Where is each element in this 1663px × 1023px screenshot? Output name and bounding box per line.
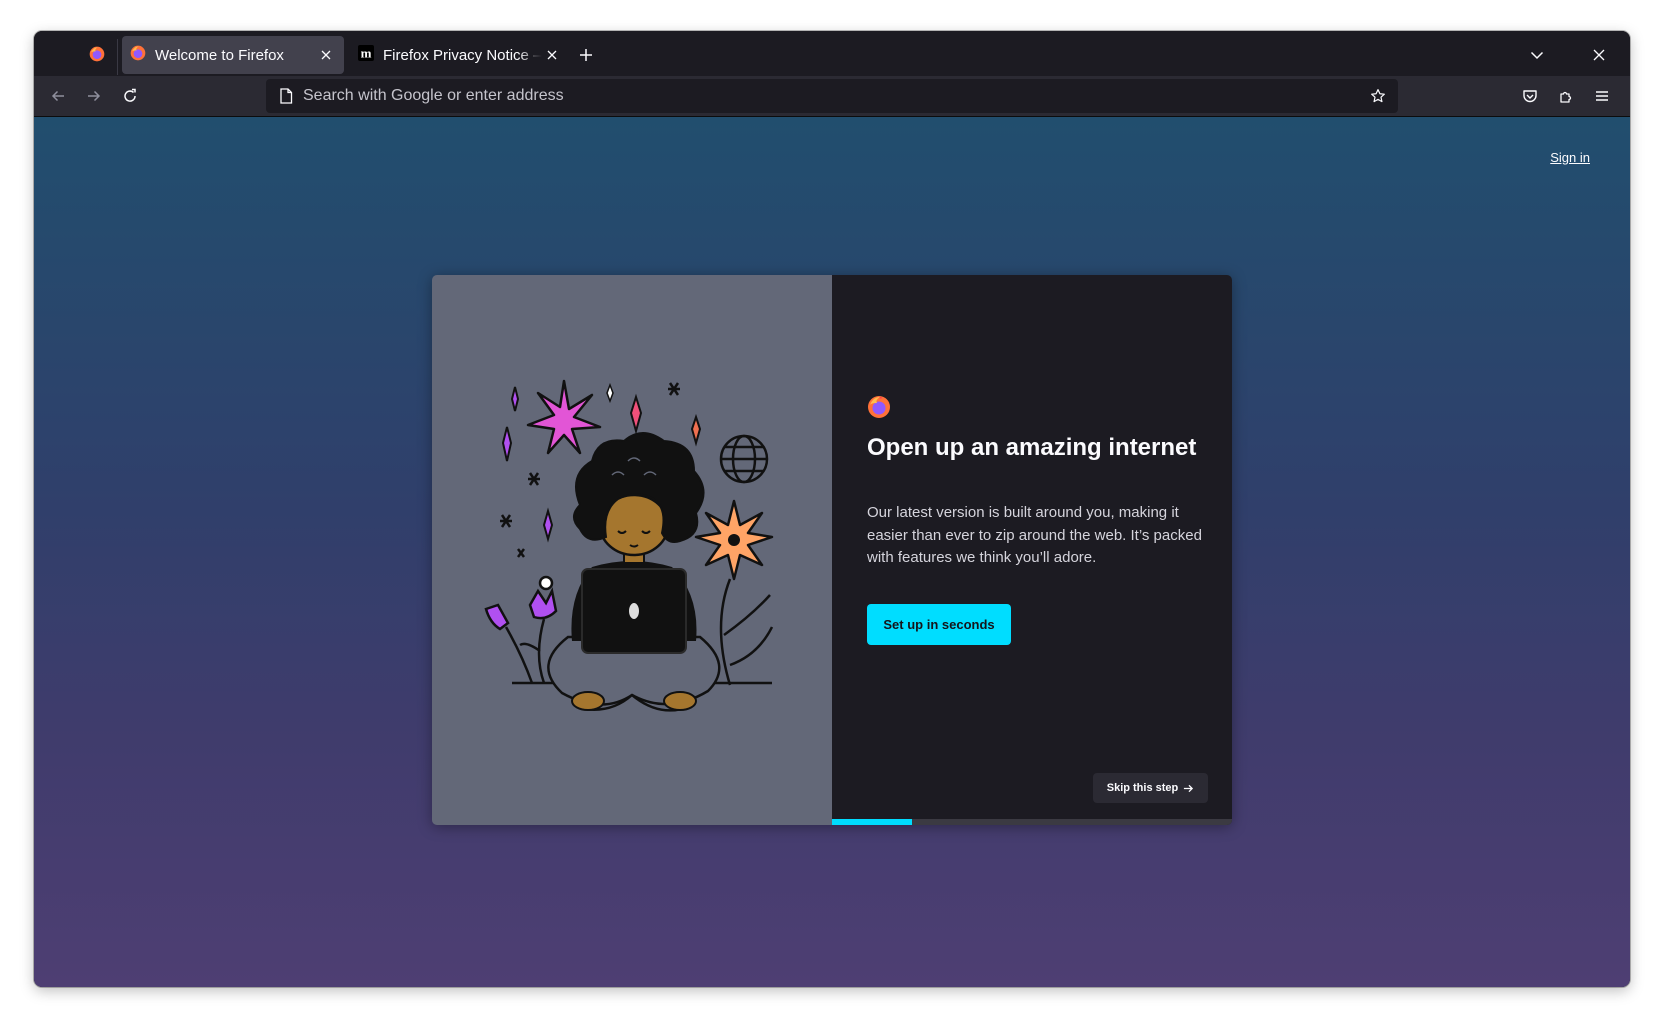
illustration-panel [432,275,832,825]
firefox-icon [89,46,105,67]
page-icon [276,86,296,106]
tab-privacy-notice[interactable]: m Firefox Privacy Notice — Mozilla [350,36,570,74]
page-subtitle: Our latest version is built around you, … [867,504,1202,566]
close-tab-button[interactable] [542,45,562,65]
tab-title: Firefox Privacy Notice — Mozilla [383,46,542,64]
pocket-button[interactable] [1514,80,1546,112]
close-tab-button[interactable] [316,45,336,65]
tab-strip: Welcome to Firefox m Firefox Privacy Not… [34,31,1630,76]
person-with-laptop-illustration [484,379,774,712]
close-icon [321,50,331,60]
bookmark-star-button[interactable] [1364,82,1392,110]
pocket-icon [1523,90,1537,103]
back-button[interactable] [42,80,74,112]
browser-window: Welcome to Firefox m Firefox Privacy Not… [34,31,1630,987]
reload-icon [124,88,136,102]
arrow-right-icon [1184,784,1194,792]
progress-fill [832,819,912,825]
page-title: Open up an amazing internet [867,434,1197,461]
new-tab-button[interactable] [571,40,601,70]
skip-step-label: Skip this step [1106,782,1179,794]
navigation-toolbar [34,76,1630,117]
onboarding-card: Open up an amazing internet Our latest v… [432,275,1232,825]
welcome-panel: Open up an amazing internet Our latest v… [832,275,1232,825]
tab-title: Welcome to Firefox [155,46,284,64]
address-bar[interactable] [266,79,1398,113]
app-menu-button[interactable] [1586,80,1618,112]
firefox-logo-icon [867,395,891,419]
mozilla-m-icon: m [358,45,374,65]
list-all-tabs-button[interactable] [1522,40,1552,70]
puzzle-piece-icon [1560,91,1572,103]
sign-in-link[interactable]: Sign in [1550,150,1590,165]
globe [719,434,769,484]
page-content: Sign in Open up an amazing internet Our … [34,117,1630,987]
onboarding-progress [832,819,1232,825]
forward-button[interactable] [78,80,110,112]
tab-welcome[interactable]: Welcome to Firefox [122,36,344,74]
window-close-button[interactable] [1584,40,1614,70]
reload-button[interactable] [114,80,146,112]
pinned-tab[interactable] [76,38,118,74]
close-icon [547,50,557,60]
extensions-button[interactable] [1550,80,1582,112]
hamburger-menu-icon [1596,91,1608,101]
plus-icon [580,49,592,61]
set-up-button[interactable]: Set up in seconds [867,604,1011,645]
arrow-right-icon [88,90,101,102]
arrow-left-icon [51,90,64,102]
tab-separator [117,39,118,75]
chevron-down-icon [1530,51,1544,60]
skip-step-button[interactable]: Skip this step [1093,773,1208,803]
purple-flowers [484,575,558,684]
close-icon [1593,49,1605,61]
url-input[interactable] [303,79,1364,113]
star-icon [1371,89,1385,103]
svg-text:m: m [361,46,372,61]
firefox-icon [130,45,146,65]
